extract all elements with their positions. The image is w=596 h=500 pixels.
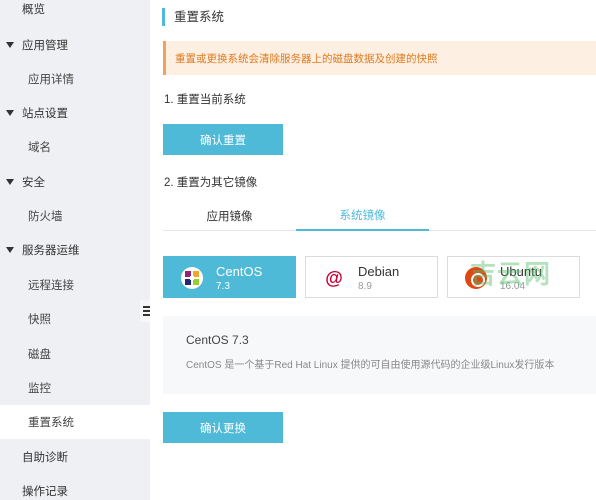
sidebar-group-security[interactable]: 安全 bbox=[0, 165, 150, 199]
sidebar-item-remote-connect[interactable]: 远程连接 bbox=[0, 268, 150, 302]
sidebar-item-label: 服务器运维 bbox=[22, 245, 80, 257]
ubuntu-icon bbox=[465, 267, 487, 289]
os-description-text: CentOS 是一个基于Red Hat Linux 提供的可自由使用源代码的企业… bbox=[186, 360, 555, 371]
sidebar-item-label: 自助诊断 bbox=[22, 452, 68, 464]
os-name: Ubuntu bbox=[500, 264, 542, 279]
os-name: CentOS bbox=[216, 264, 263, 279]
os-option-debian[interactable]: @ Debian 8.9 bbox=[305, 256, 438, 298]
os-version: 7.3 bbox=[216, 281, 230, 292]
sidebar-item-label: 站点设置 bbox=[22, 108, 68, 120]
sidebar-item-label: 监控 bbox=[28, 383, 51, 395]
os-option-ubuntu[interactable]: Ubuntu 16.04 bbox=[447, 256, 580, 298]
sidebar-item-reset-system[interactable]: 重置系统 bbox=[0, 405, 150, 439]
sidebar-item-label: 磁盘 bbox=[28, 349, 51, 361]
warning-alert: 重置或更换系统会清除服务器上的磁盘数据及创建的快照 bbox=[163, 41, 596, 75]
sidebar-item-label: 快照 bbox=[28, 314, 51, 326]
caret-down-icon bbox=[6, 247, 14, 253]
os-option-centos[interactable]: CentOS 7.3 bbox=[163, 256, 296, 298]
caret-down-icon bbox=[6, 179, 14, 185]
sidebar-item-label: 防火墙 bbox=[28, 211, 63, 223]
sidebar-item-self-diagnosis[interactable]: 自助诊断 bbox=[0, 440, 150, 474]
sidebar-item-snapshot[interactable]: 快照 bbox=[0, 302, 150, 336]
sidebar-item-label: 概览 bbox=[22, 4, 45, 16]
sidebar-item-overview[interactable]: 概览 bbox=[0, 0, 150, 26]
sidebar: 概览 应用管理 应用详情 站点设置 域名 安全 防火墙 服务器运维 远程连接 快… bbox=[0, 0, 150, 500]
sidebar-item-app-details[interactable]: 应用详情 bbox=[0, 62, 150, 96]
tab-app-image[interactable]: 应用镜像 bbox=[163, 200, 296, 231]
sidebar-item-label: 应用详情 bbox=[28, 74, 74, 86]
main-content: 重置系统 重置或更换系统会清除服务器上的磁盘数据及创建的快照 1. 重置当前系统… bbox=[150, 0, 596, 500]
sidebar-item-label: 重置系统 bbox=[28, 417, 74, 429]
section-reset-current: 1. 重置当前系统 bbox=[164, 94, 246, 106]
os-name: Debian bbox=[358, 264, 400, 279]
sidebar-item-monitor[interactable]: 监控 bbox=[0, 371, 150, 405]
sidebar-item-label: 安全 bbox=[22, 177, 45, 189]
tab-system-image[interactable]: 系统镜像 bbox=[296, 200, 429, 231]
sidebar-item-domain[interactable]: 域名 bbox=[0, 130, 150, 164]
confirm-change-button[interactable]: 确认更换 bbox=[163, 412, 283, 443]
centos-icon bbox=[181, 267, 203, 289]
sidebar-item-label: 域名 bbox=[28, 142, 51, 154]
sidebar-item-label: 操作记录 bbox=[22, 486, 68, 498]
sidebar-group-app-management[interactable]: 应用管理 bbox=[0, 28, 150, 62]
os-description-panel: CentOS 7.3 CentOS 是一个基于Red Hat Linux 提供的… bbox=[163, 316, 596, 394]
caret-down-icon bbox=[6, 110, 14, 116]
section-reset-other-image: 2. 重置为其它镜像 bbox=[164, 177, 258, 189]
sidebar-item-operation-log[interactable]: 操作记录 bbox=[0, 474, 150, 500]
sidebar-item-disk[interactable]: 磁盘 bbox=[0, 337, 150, 371]
sidebar-group-server-ops[interactable]: 服务器运维 bbox=[0, 233, 150, 267]
sidebar-group-site-settings[interactable]: 站点设置 bbox=[0, 96, 150, 130]
os-description-title: CentOS 7.3 bbox=[186, 333, 249, 347]
sidebar-item-label: 远程连接 bbox=[28, 280, 74, 292]
page-title: 重置系统 bbox=[162, 8, 224, 26]
os-version: 8.9 bbox=[358, 281, 372, 292]
caret-down-icon bbox=[6, 42, 14, 48]
debian-icon: @ bbox=[325, 267, 343, 288]
os-version: 16.04 bbox=[500, 281, 526, 292]
confirm-reset-button[interactable]: 确认重置 bbox=[163, 124, 283, 155]
image-tabs: 应用镜像 系统镜像 bbox=[163, 200, 596, 231]
sidebar-item-firewall[interactable]: 防火墙 bbox=[0, 199, 150, 233]
sidebar-item-label: 应用管理 bbox=[22, 40, 68, 52]
